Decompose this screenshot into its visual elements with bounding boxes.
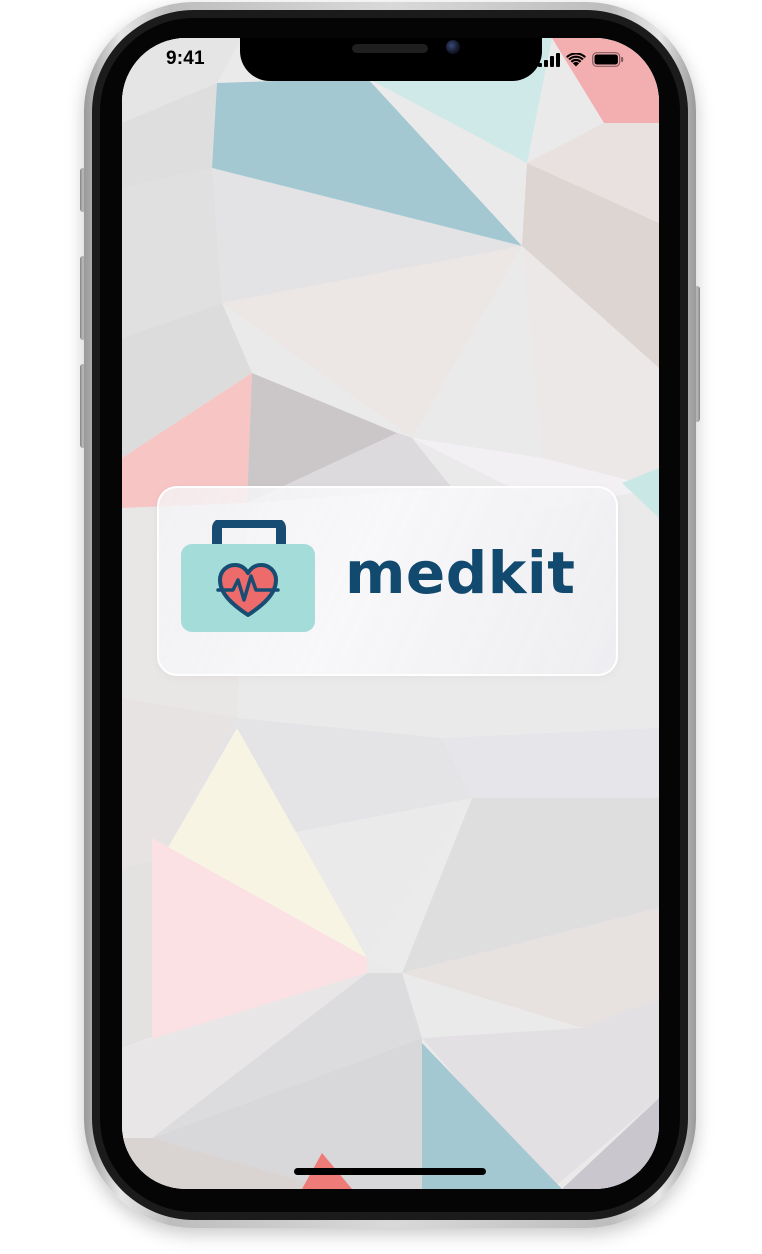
splash-screen: 9:41 medkit	[122, 38, 659, 1189]
battery-icon	[592, 52, 624, 67]
home-indicator[interactable]	[294, 1168, 486, 1175]
wifi-icon	[566, 52, 586, 66]
status-time: 9:41	[166, 48, 205, 69]
front-camera	[446, 40, 460, 54]
status-icons	[538, 52, 624, 67]
brand-name: medkit	[345, 539, 576, 607]
earpiece-speaker	[352, 44, 428, 53]
medical-kit-heart-icon	[181, 520, 315, 632]
device-mockup: 9:41 medkit	[0, 0, 762, 1254]
logo-card: medkit	[157, 486, 618, 676]
signal-icon	[538, 52, 560, 67]
notch	[240, 38, 542, 81]
